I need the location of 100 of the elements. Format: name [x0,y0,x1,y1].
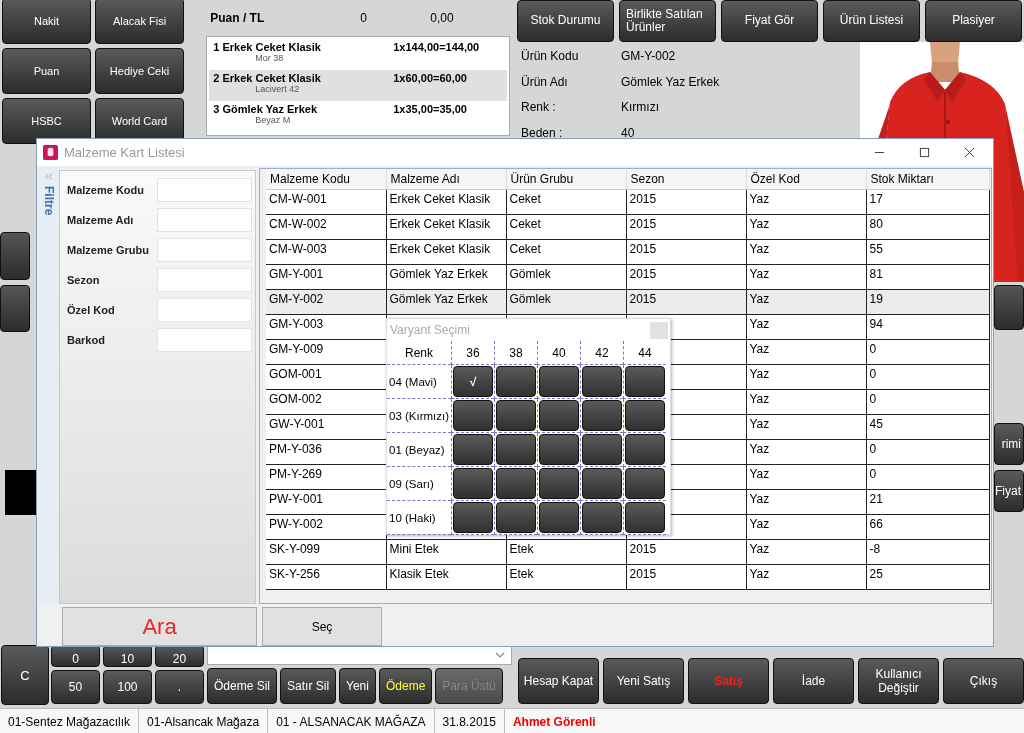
button[interactable] [0,232,30,280]
toolbar-button[interactable]: Stok Durumu [517,0,614,42]
table-row[interactable]: CM-W-003 Erkek Ceket Klasik Ceket 2015 Yaz 55 [266,239,989,264]
receipt-line[interactable]: 1 Erkek Ceket Klasik 1x144,00=144,00 Mor 38 [209,39,507,70]
input-field[interactable] [157,208,252,232]
variant-button[interactable] [582,400,622,431]
filter-tab[interactable]: Filtre [41,186,56,216]
table-cell: GM-Y-001 [266,264,386,289]
keypad-button[interactable]: 50 [51,670,100,704]
table-row[interactable]: SK-Y-256 Klasik Etek Etek 2015 Yaz 25 [266,564,989,589]
variant-button[interactable] [625,502,665,533]
field-label: Renk : [520,100,557,116]
table-row[interactable]: SK-Y-099 Mini Etek Etek 2015 Yaz -8 [266,539,989,564]
table-cell: 81 [866,264,989,289]
variant-button[interactable] [539,434,579,465]
action-button[interactable]: Kullanıcı Değiştir [858,658,939,704]
variant-button[interactable] [582,468,622,499]
receipt-line[interactable]: 3 Gömlek Yaz Erkek 1x35,00=35,00 Beyaz M [209,101,507,132]
action-button[interactable]: Yeni Satış [603,658,684,704]
input-field[interactable] [157,268,252,292]
table-cell: 2015 [626,264,746,289]
clear-button[interactable]: C [1,645,49,705]
column-header[interactable]: Sezon [626,169,746,189]
variant-button[interactable] [496,434,536,465]
column-header[interactable]: Ürün Grubu [506,169,626,189]
variant-button[interactable] [496,366,536,397]
field-value: Gömlek Yaz Erkek [621,74,720,91]
keypad-button[interactable]: 10 [103,645,152,667]
toolbar-button[interactable]: Birlikte Satılan Ürünler [619,0,716,42]
payment-button[interactable]: Nakit [2,0,91,44]
variant-button[interactable] [496,400,536,431]
action-button[interactable]: İade [773,658,854,704]
variant-button[interactable] [582,434,622,465]
column-header[interactable]: Özel Kod [746,169,866,189]
variant-button[interactable] [625,434,665,465]
collapse-icon[interactable] [44,173,53,180]
toolbar-button[interactable]: Fiyat Gör [721,0,818,42]
table-cell: Ceket [506,189,626,214]
action-button[interactable]: Ödeme Sil [207,668,278,704]
table-cell: 0 [866,364,989,389]
points-count: 0 [360,11,368,25]
input-field[interactable] [157,298,252,322]
input-field[interactable] [157,178,252,202]
action-button[interactable]: Ödeme [378,668,433,704]
table-cell: 66 [866,514,989,539]
table-cell: Etek [506,539,626,564]
close-icon[interactable] [964,147,975,158]
variant-button[interactable] [582,366,622,397]
variant-button[interactable] [539,468,579,499]
payment-button[interactable]: HSBC [2,98,91,144]
button[interactable] [0,285,30,332]
toolbar-button[interactable]: Plasiyer [925,0,1022,42]
table-row[interactable]: CM-W-001 Erkek Ceket Klasik Ceket 2015 Yaz 17 [266,189,989,214]
table-row[interactable]: GM-Y-001 Gömlek Yaz Erkek Gömlek 2015 Yaz 81 [266,264,989,289]
variant-button[interactable] [453,400,493,431]
table-row[interactable]: GM-Y-002 Gömlek Yaz Erkek Gömlek 2015 Yaz 19 [266,289,989,314]
select-button[interactable]: Seç [262,607,382,646]
payment-button[interactable]: Puan [2,48,91,94]
filter-label: Barkod [67,334,106,346]
payment-button[interactable]: Alacak Fisi [95,0,184,44]
action-button[interactable]: Hesap Kapat [518,658,599,704]
column-header[interactable]: Malzeme Adı [386,169,506,189]
amount-field[interactable] [207,645,512,665]
variant-button[interactable] [496,502,536,533]
input-field[interactable] [157,328,252,352]
action-button[interactable]: Satır Sil [280,668,337,704]
table-row[interactable]: CM-W-002 Erkek Ceket Klasik Ceket 2015 Yaz 80 [266,214,989,239]
payment-button[interactable]: Hediye Ceki [95,48,184,94]
variant-button[interactable] [453,434,493,465]
variant-button[interactable] [625,400,665,431]
button[interactable] [994,285,1024,330]
keypad-button[interactable]: 20 [155,645,204,667]
side-button[interactable]: Fiyat [994,470,1024,512]
keypad-button[interactable]: 0 [51,645,100,667]
variant-button[interactable] [539,502,579,533]
variant-button[interactable] [453,468,493,499]
table-cell: GM-Y-002 [266,289,386,314]
input-field[interactable] [157,238,252,262]
field-value: 40 [621,125,635,142]
variant-button[interactable] [539,400,579,431]
table-cell: SK-Y-099 [266,539,386,564]
column-header[interactable]: Stok Miktarı [866,169,989,189]
action-button[interactable]: Yeni [339,668,376,704]
display-panel [5,470,36,515]
side-button[interactable]: rimi [994,423,1024,465]
toolbar-button[interactable]: Ürün Listesi [823,0,920,42]
variant-button[interactable] [453,502,493,533]
variant-button[interactable] [625,468,665,499]
variant-button[interactable] [496,468,536,499]
keypad-button[interactable]: 100 [103,670,152,704]
variant-button[interactable] [539,366,579,397]
column-header[interactable]: Malzeme Kodu [266,169,386,189]
item-name: 3 Gömlek Yaz Erkek [213,103,318,115]
keypad-button[interactable]: . [155,670,204,704]
action-button[interactable]: Çıkış [943,658,1024,704]
variant-button[interactable] [625,366,665,397]
maximize-icon[interactable] [919,147,930,158]
table-cell: Yaz [746,239,866,264]
variant-button[interactable]: √ [453,366,493,397]
variant-button[interactable] [582,502,622,533]
